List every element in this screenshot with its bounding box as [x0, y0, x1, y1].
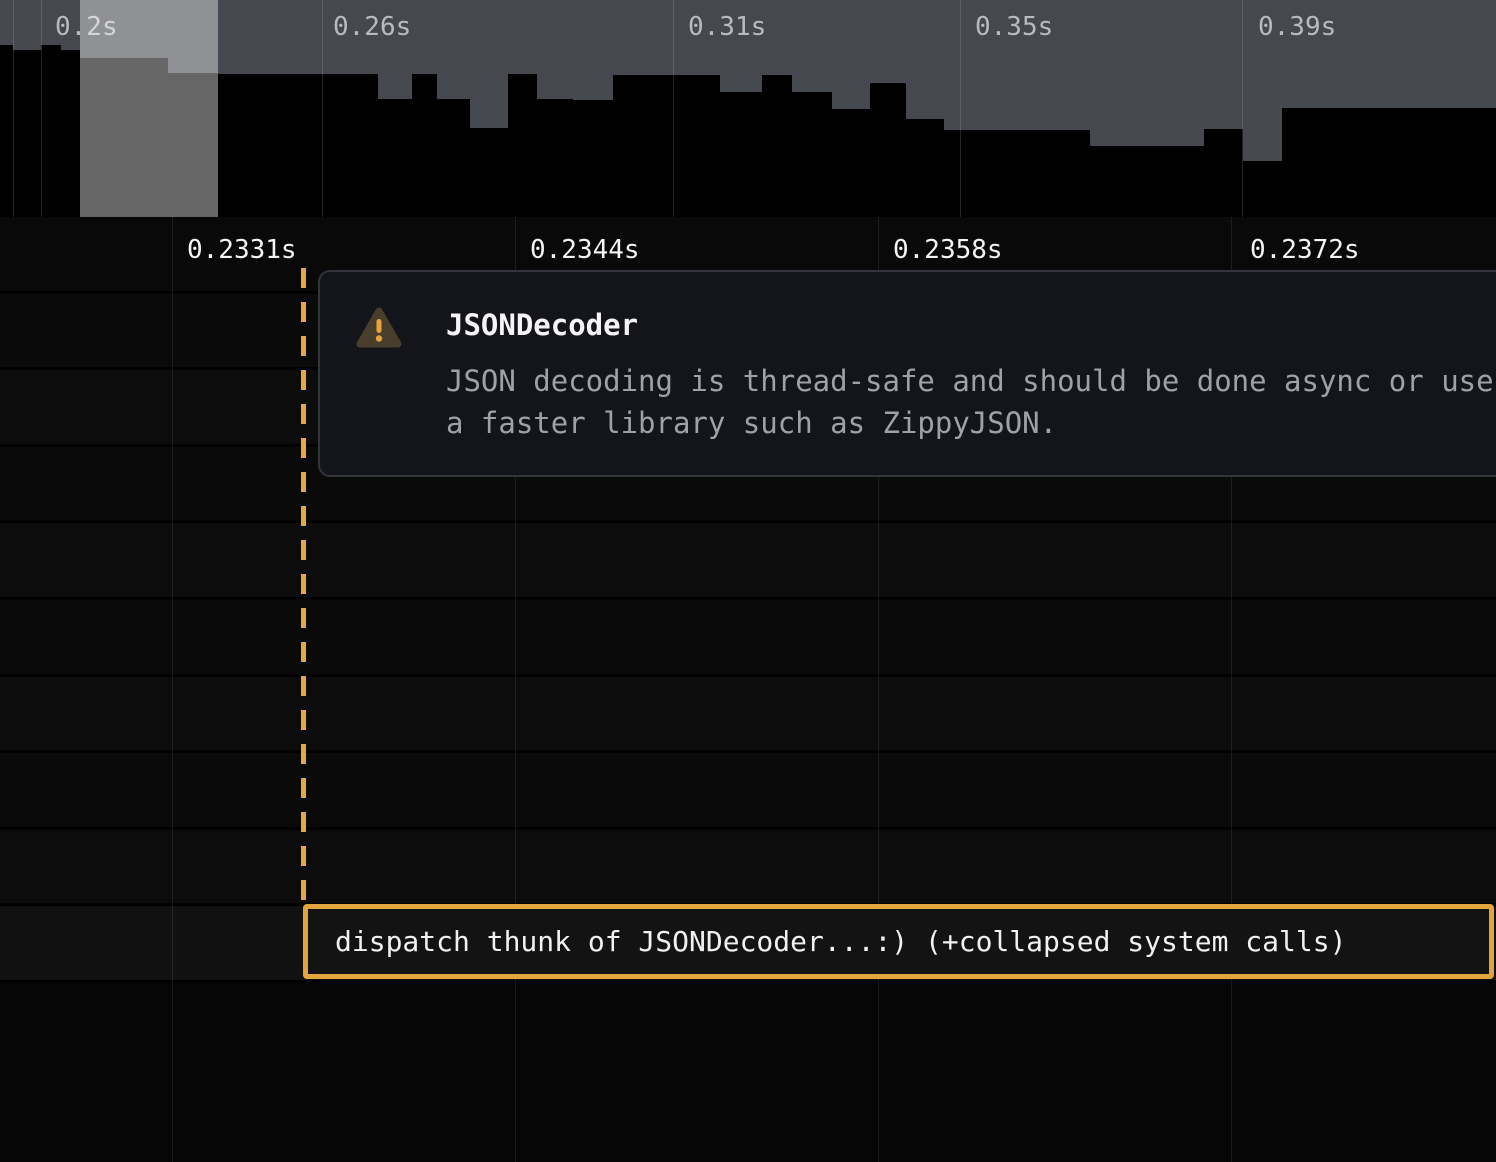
flame-row	[0, 830, 1496, 907]
profiler-window: 0.2s0.26s0.31s0.35s0.39s 0.2331s0.2344s0…	[0, 0, 1496, 1162]
minimap-gridline	[13, 0, 14, 217]
minimap-bar	[1204, 129, 1243, 217]
minimap-bar	[906, 119, 944, 217]
warning-tooltip: JSONDecoder JSON decoding is thread-safe…	[318, 270, 1496, 477]
minimap-bar	[1090, 146, 1204, 217]
flame-row	[0, 523, 1496, 600]
tooltip-title: JSONDecoder	[446, 308, 638, 342]
minimap-gridline	[960, 0, 961, 217]
selection-marker-dashed-line	[301, 268, 306, 904]
minimap-time-label: 0.31s	[688, 13, 766, 41]
minimap-bar	[944, 130, 1090, 217]
tooltip-body: JSON decoding is thread-safe and should …	[446, 360, 1496, 444]
selected-frame-label: dispatch thunk of JSONDecoder...:) (+col…	[308, 925, 1346, 958]
minimap-bar	[832, 109, 870, 217]
ruler-time-label: 0.2331s	[187, 236, 297, 264]
minimap-bar	[537, 99, 573, 217]
ruler-time-label: 0.2344s	[530, 236, 640, 264]
minimap-time-label: 0.35s	[975, 13, 1053, 41]
minimap-bar	[792, 92, 832, 217]
chart-gridline	[172, 217, 173, 1162]
ruler-time-label: 0.2358s	[893, 236, 1003, 264]
selected-frame-row[interactable]: dispatch thunk of JSONDecoder...:) (+col…	[303, 904, 1494, 979]
minimap-gridline	[322, 0, 323, 217]
minimap-bar	[437, 99, 470, 217]
timeline-minimap[interactable]: 0.2s0.26s0.31s0.35s0.39s	[0, 0, 1496, 219]
minimap-time-label: 0.26s	[333, 13, 411, 41]
ruler-time-label: 0.2372s	[1250, 236, 1360, 264]
minimap-bar	[378, 99, 412, 217]
flame-row	[0, 600, 1496, 677]
flame-row	[0, 677, 1496, 754]
minimap-bar	[1282, 108, 1496, 217]
minimap-bar	[762, 75, 792, 217]
minimap-bar	[508, 74, 537, 217]
minimap-gridline	[1242, 0, 1243, 217]
warning-triangle-icon	[356, 306, 402, 354]
minimap-selection-handle[interactable]	[80, 0, 218, 217]
minimap-bar	[218, 74, 378, 217]
minimap-bar	[470, 128, 508, 217]
minimap-bar	[13, 50, 41, 217]
minimap-gridline	[41, 0, 42, 217]
minimap-bar	[0, 45, 13, 217]
minimap-bar	[41, 45, 61, 217]
minimap-bar	[870, 83, 906, 217]
minimap-bar	[412, 74, 437, 217]
minimap-bar	[720, 92, 762, 217]
minimap-time-label: 0.39s	[1258, 13, 1336, 41]
minimap-bar	[573, 100, 613, 217]
flame-row	[0, 753, 1496, 830]
minimap-gridline	[673, 0, 674, 217]
minimap-bar	[61, 50, 80, 217]
minimap-bar	[1243, 161, 1282, 217]
minimap-bar	[613, 75, 720, 217]
flame-chart-empty-area	[0, 983, 1496, 1162]
